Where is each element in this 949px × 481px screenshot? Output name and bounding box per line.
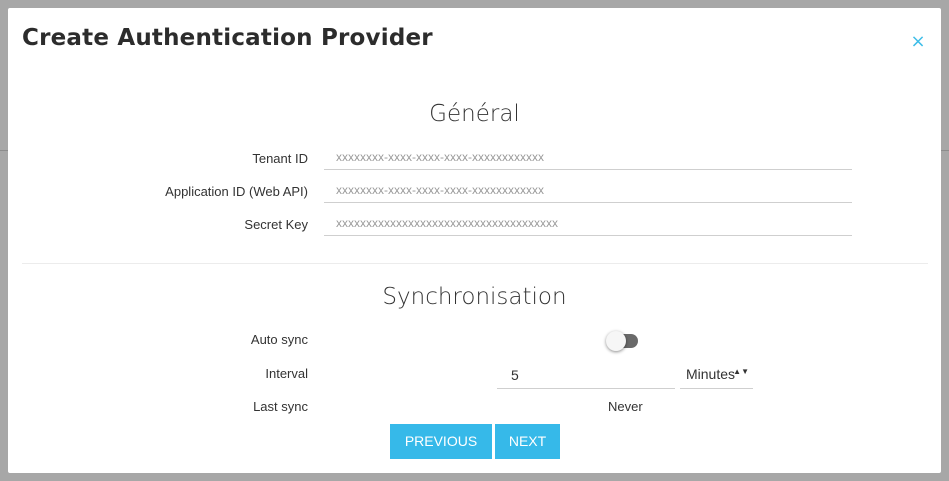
- last-sync-label: Last sync: [253, 399, 308, 414]
- secret-key-label: Secret Key: [244, 217, 308, 232]
- create-auth-provider-modal: Create Authentication Provider × Général…: [8, 8, 941, 473]
- auto-sync-label: Auto sync: [250, 332, 308, 347]
- interval-unit-value: Minutes: [686, 366, 736, 382]
- synchronisation-section-title: Synchronisation: [382, 284, 567, 310]
- interval-label: Interval: [265, 366, 308, 381]
- next-button[interactable]: NEXT: [495, 424, 560, 459]
- interval-input[interactable]: [497, 362, 675, 389]
- toggle-knob: [606, 331, 626, 351]
- general-section-title: Général: [429, 101, 520, 127]
- application-id-label: Application ID (Web API): [165, 184, 308, 199]
- last-sync-value: Never: [608, 399, 643, 414]
- close-icon[interactable]: ×: [910, 33, 926, 51]
- tenant-id-label: Tenant ID: [252, 151, 308, 166]
- previous-button[interactable]: PREVIOUS: [390, 424, 492, 459]
- auto-sync-toggle[interactable]: [606, 331, 638, 351]
- application-id-input[interactable]: [324, 177, 852, 203]
- secret-key-input[interactable]: [324, 210, 852, 236]
- select-arrows-icon: ▲▼: [733, 367, 749, 376]
- modal-title: Create Authentication Provider: [22, 25, 433, 51]
- section-divider: [22, 263, 928, 264]
- interval-unit-select[interactable]: Minutes ▲▼: [680, 362, 753, 389]
- tenant-id-input[interactable]: [324, 144, 852, 170]
